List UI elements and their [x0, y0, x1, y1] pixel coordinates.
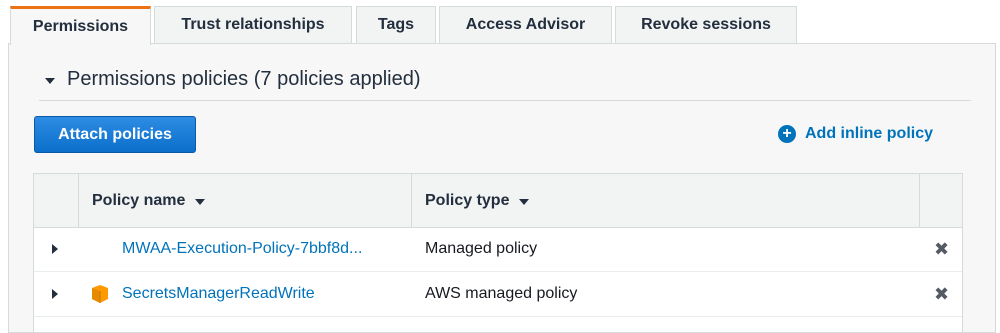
table-row[interactable]: MWAA-Execution-Policy-7bbf8d... Managed … — [34, 227, 962, 272]
table-row[interactable]: SecretsManagerReadWrite AWS managed poli… — [34, 272, 962, 317]
expand-row-icon[interactable] — [52, 272, 58, 316]
plus-circle-icon: + — [778, 125, 796, 143]
expand-column-header — [34, 174, 79, 227]
sort-caret-icon — [195, 198, 206, 205]
tab-bar: Permissions Trust relationships Tags Acc… — [8, 6, 1000, 45]
add-inline-policy-link[interactable]: + Add inline policy — [778, 122, 933, 146]
expand-row-icon[interactable] — [52, 227, 58, 271]
policy-type: AWS managed policy — [425, 285, 578, 302]
tab-access-advisor[interactable]: Access Advisor — [439, 6, 612, 43]
tab-tags[interactable]: Tags — [356, 6, 436, 43]
add-inline-policy-label: Add inline policy — [805, 125, 934, 142]
aws-managed-cube-icon — [90, 272, 110, 316]
policy-name[interactable]: MWAA-Execution-Policy-7bbf8d... — [122, 240, 362, 258]
column-label: Policy type — [425, 191, 510, 209]
attach-policies-button[interactable]: Attach policies — [34, 116, 196, 153]
tab-permissions[interactable]: Permissions — [10, 6, 151, 45]
caret-down-icon — [45, 78, 55, 84]
policy-name[interactable]: SecretsManagerReadWrite — [122, 285, 315, 303]
column-header-policy-name[interactable]: Policy name — [79, 174, 412, 227]
column-header-policy-type[interactable]: Policy type — [412, 174, 920, 227]
tab-trust-relationships[interactable]: Trust relationships — [154, 6, 352, 43]
column-label: Policy name — [92, 191, 186, 209]
policy-name-link[interactable]: MWAA-Execution-Policy-7bbf8d... — [122, 227, 402, 271]
policies-table: Policy name Policy type MWAA-Execution-P… — [33, 173, 963, 333]
permissions-policies-header[interactable]: Permissions policies (7 policies applied… — [39, 68, 971, 101]
remove-policy-icon[interactable]: ✖ — [934, 227, 949, 271]
policy-type: Managed policy — [425, 240, 538, 257]
tab-revoke-sessions[interactable]: Revoke sessions — [615, 6, 797, 43]
section-title: Permissions policies (7 policies applied… — [67, 68, 421, 90]
policy-name-link[interactable]: SecretsManagerReadWrite — [122, 272, 402, 316]
remove-policy-icon[interactable]: ✖ — [934, 272, 949, 316]
sort-caret-icon — [519, 198, 530, 205]
table-header: Policy name Policy type — [34, 174, 962, 228]
